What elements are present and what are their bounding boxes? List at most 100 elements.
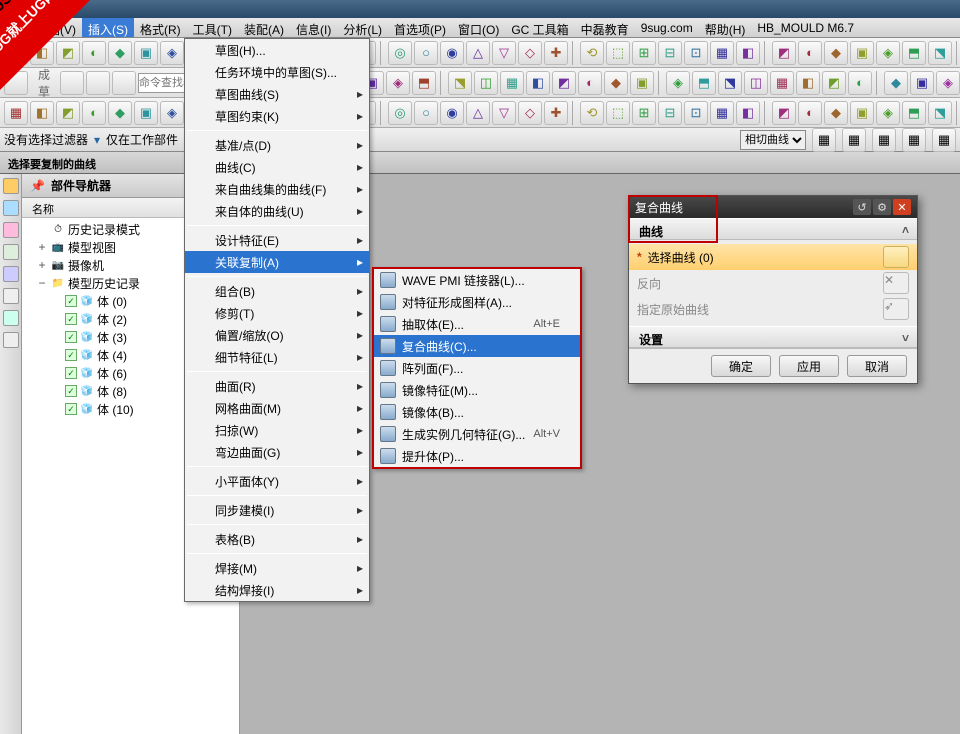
dialog-titlebar[interactable]: 复合曲线 ↺ ⚙ ✕ [629, 196, 917, 218]
toolbar-icon[interactable]: ◇ [518, 101, 542, 125]
pin-icon[interactable]: 📌 [30, 179, 45, 193]
menu-item[interactable]: 草图约束(K)▸ [185, 105, 369, 127]
menu-item[interactable]: 格式(R) [134, 18, 187, 37]
menu-item[interactable]: 关联复制(A)▸ [185, 251, 369, 273]
dialog-section-settings[interactable]: 设置˅ [629, 326, 917, 348]
curve-rule-combo[interactable]: 相切曲线 [740, 130, 806, 150]
visibility-check[interactable]: ✓ [65, 313, 77, 325]
toolbar-icon[interactable]: ◩ [56, 41, 80, 65]
toolbar-icon[interactable]: ◩ [772, 41, 796, 65]
toolbar-icon[interactable]: ◆ [824, 41, 848, 65]
toolbar-icon[interactable]: ◩ [822, 71, 846, 95]
toolbar-icon[interactable]: ▣ [850, 41, 874, 65]
toolbar-icon[interactable]: ◫ [474, 71, 498, 95]
toolbar-icon[interactable]: ◈ [160, 41, 184, 65]
apply-button[interactable]: 应用 [779, 355, 839, 377]
menu-item[interactable]: HB_MOULD M6.7 [751, 18, 860, 37]
dialog-close-icon[interactable]: ✕ [893, 199, 911, 215]
toolbar-icon[interactable]: ▽ [492, 101, 516, 125]
toolbar-icon[interactable]: ⬒ [902, 41, 926, 65]
cancel-button[interactable]: 取消 [847, 355, 907, 377]
resource-tab-icon[interactable] [3, 332, 19, 348]
menu-item[interactable]: 曲面(R)▸ [185, 375, 369, 397]
toolbar-icon[interactable]: ⬔ [448, 71, 472, 95]
toolbar-icon[interactable]: ◈ [876, 41, 900, 65]
toolbar-icon[interactable]: ◐ [82, 41, 106, 65]
submenu-item[interactable]: 阵列面(F)... [374, 357, 580, 379]
menu-item[interactable]: 分析(L) [337, 18, 388, 37]
visibility-check[interactable]: ✓ [65, 385, 77, 397]
menu-item[interactable]: 任务环境中的草图(S)... [185, 61, 369, 83]
submenu-item[interactable]: 抽取体(E)...Alt+E [374, 313, 580, 335]
menu-item[interactable]: 装配(A) [238, 18, 290, 37]
toolbar-icon[interactable]: ◆ [824, 101, 848, 125]
menu-item[interactable]: 修剪(T)▸ [185, 302, 369, 324]
toolbar-icon[interactable]: ◐ [848, 71, 872, 95]
toolbar-icon[interactable] [112, 71, 136, 95]
toolbar-icon[interactable]: ▦ [710, 41, 734, 65]
resource-tab-icon[interactable] [3, 244, 19, 260]
submenu-item[interactable]: 镜像特征(M)... [374, 379, 580, 401]
toolbar-icon[interactable]: ⟲ [580, 101, 604, 125]
filter-icon[interactable]: ▦ [872, 128, 896, 152]
toolbar-icon[interactable]: △ [466, 41, 490, 65]
toolbar-icon[interactable]: ▦ [500, 71, 524, 95]
resource-tab-icon[interactable] [3, 288, 19, 304]
menu-item[interactable]: 表格(B)▸ [185, 528, 369, 550]
toolbar-icon[interactable]: ▦ [770, 71, 794, 95]
toolbar-icon[interactable]: ◐ [798, 101, 822, 125]
menu-item[interactable]: 焊接(M)▸ [185, 557, 369, 579]
filter-icon[interactable]: ▦ [902, 128, 926, 152]
toolbar-icon[interactable]: ◈ [876, 101, 900, 125]
menu-item[interactable]: 窗口(O) [452, 18, 505, 37]
menu-item[interactable]: 帮助(H) [699, 18, 752, 37]
toolbar-icon[interactable]: ▦ [4, 101, 28, 125]
submenu-item[interactable]: 镜像体(B)... [374, 401, 580, 423]
visibility-check[interactable]: ✓ [65, 367, 77, 379]
toolbar-icon[interactable]: ◉ [440, 101, 464, 125]
toolbar-icon[interactable]: ◆ [884, 71, 908, 95]
menu-item[interactable]: 9sug.com [635, 18, 699, 37]
toolbar-icon[interactable]: ◩ [772, 101, 796, 125]
toolbar-icon[interactable]: ◈ [386, 71, 410, 95]
menu-item[interactable]: 首选项(P) [388, 18, 452, 37]
menu-item[interactable]: 来自体的曲线(U)▸ [185, 200, 369, 222]
submenu-item[interactable]: 生成实例几何特征(G)...Alt+V [374, 423, 580, 445]
menu-item[interactable]: 工具(T) [187, 18, 238, 37]
menu-item[interactable]: 曲线(C)▸ [185, 156, 369, 178]
resource-tab-icon[interactable] [3, 178, 19, 194]
toolbar-icon[interactable]: ▣ [850, 101, 874, 125]
toolbar-icon[interactable]: ▣ [910, 71, 934, 95]
submenu-item[interactable]: 对特征形成图样(A)... [374, 291, 580, 313]
toolbar-icon[interactable]: ⊟ [658, 101, 682, 125]
menu-item[interactable]: 视图(V) [30, 18, 82, 37]
visibility-check[interactable]: ✓ [65, 403, 77, 415]
toolbar-icon[interactable]: ◧ [796, 71, 820, 95]
toolbar-icon[interactable]: ◆ [108, 101, 132, 125]
menu-item[interactable]: 信息(I) [290, 18, 337, 37]
filter-icon[interactable]: ▦ [812, 128, 836, 152]
toolbar-icon[interactable]: ◐ [82, 101, 106, 125]
toolbar-icon[interactable]: ◇ [518, 41, 542, 65]
toolbar-icon[interactable]: ◐ [798, 41, 822, 65]
menu-item[interactable]: 中磊教育 [575, 18, 635, 37]
visibility-check[interactable]: ✓ [65, 331, 77, 343]
menu-item[interactable]: 细节特征(L)▸ [185, 346, 369, 368]
toolbar-icon[interactable]: ◎ [388, 101, 412, 125]
toolbar-icon[interactable]: ◆ [108, 41, 132, 65]
resource-tab-icon[interactable] [3, 266, 19, 282]
menu-item[interactable]: 扫掠(W)▸ [185, 419, 369, 441]
submenu-item[interactable]: WAVE PMI 链接器(L)... [374, 269, 580, 291]
toolbar-icon[interactable]: ◧ [30, 41, 54, 65]
toolbar-icon[interactable]: ⬚ [606, 101, 630, 125]
dialog-reset-icon[interactable]: ↺ [853, 199, 871, 215]
menu-item[interactable]: 组合(B)▸ [185, 280, 369, 302]
filter-icon[interactable]: ▦ [842, 128, 866, 152]
menu-item[interactable]: 结构焊接(I)▸ [185, 579, 369, 601]
toolbar-icon[interactable]: ◫ [744, 71, 768, 95]
toolbar-icon[interactable]: ◩ [552, 71, 576, 95]
toolbar-icon[interactable]: ⬔ [928, 41, 952, 65]
toolbar-icon[interactable]: ⟲ [580, 41, 604, 65]
toolbar-icon[interactable]: ◎ [388, 41, 412, 65]
visibility-check[interactable]: ✓ [65, 349, 77, 361]
